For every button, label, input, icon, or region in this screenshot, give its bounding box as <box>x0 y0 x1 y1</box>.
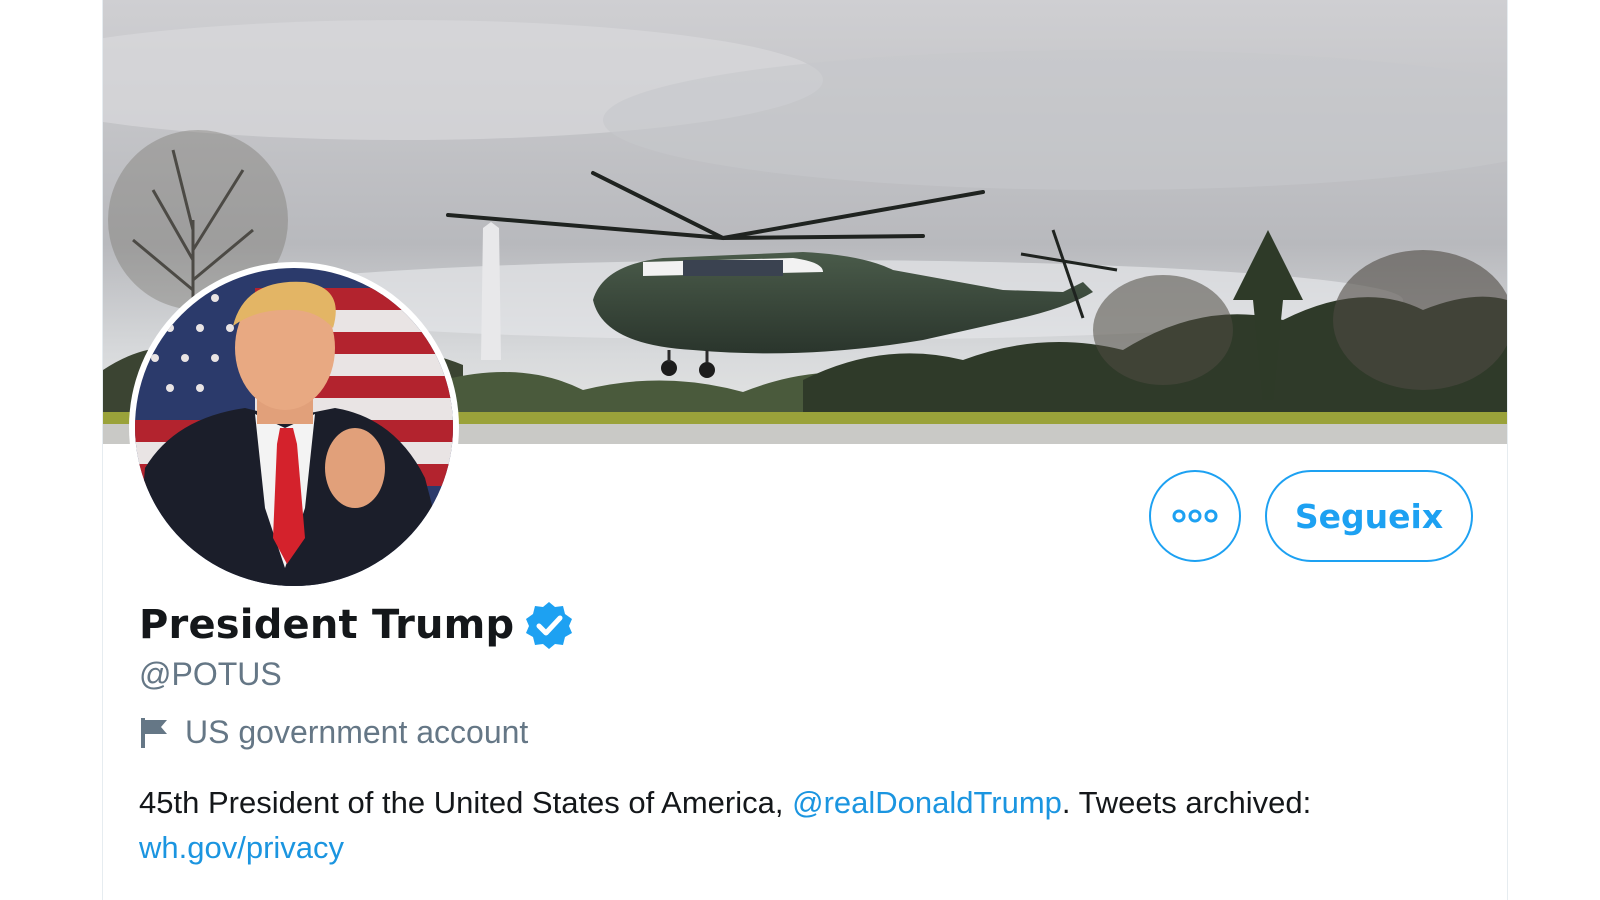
profile-bio: 45th President of the United States of A… <box>139 780 1479 870</box>
avatar-photo <box>135 268 453 586</box>
bio-text-after: . Tweets archived: <box>1061 785 1312 820</box>
account-label: US government account <box>185 714 529 750</box>
bio-text: 45th President of the United States of A… <box>139 785 793 820</box>
verified-badge-icon <box>526 602 573 649</box>
display-name[interactable]: President Trump <box>139 602 514 648</box>
account-label-row: US government account <box>139 714 528 751</box>
profile-card: Segueix President Trump @POTUS US govern… <box>102 0 1508 900</box>
more-options-button[interactable] <box>1149 470 1241 562</box>
bio-mention-link[interactable]: @realDonaldTrump <box>792 785 1062 820</box>
more-options-icon <box>1172 509 1218 523</box>
page: Segueix President Trump @POTUS US govern… <box>0 0 1600 900</box>
follow-button[interactable]: Segueix <box>1265 470 1473 562</box>
bio-privacy-link[interactable]: wh.gov/privacy <box>139 830 344 865</box>
profile-avatar[interactable] <box>129 262 459 592</box>
flag-icon <box>141 717 167 748</box>
profile-handle: @POTUS <box>139 656 282 692</box>
profile-name-row: President Trump <box>139 600 574 650</box>
